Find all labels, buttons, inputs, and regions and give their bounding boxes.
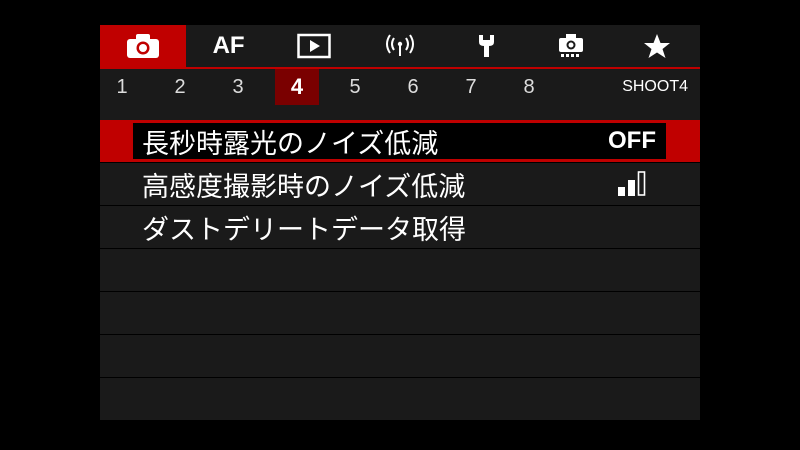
subtab-bar: 1 2 3 4 5 6 7 8 SHOOT4 <box>100 69 700 105</box>
subtab-1[interactable]: 1 <box>100 69 144 105</box>
playback-icon <box>297 33 332 59</box>
subtab-4[interactable]: 4 <box>275 69 319 105</box>
tab-custom[interactable] <box>529 25 615 67</box>
menu-item-label: 高感度撮影時のノイズ低減 <box>142 171 466 203</box>
tab-af-label: AF <box>212 32 245 59</box>
subtab-6[interactable]: 6 <box>391 69 435 105</box>
subtab-3[interactable]: 3 <box>216 69 260 105</box>
menu-item-dust-delete-data[interactable]: ダストデリートデータ取得 <box>100 206 700 249</box>
subtab-2[interactable]: 2 <box>158 69 202 105</box>
page-code: SHOOT4 <box>622 78 688 95</box>
tab-wireless[interactable] <box>357 25 443 67</box>
empty-row <box>100 378 700 420</box>
menu-item-label: 長秒時露光のノイズ低減 <box>142 128 439 160</box>
tab-my-menu[interactable] <box>614 25 700 67</box>
tab-setup[interactable] <box>443 25 529 67</box>
menu-list: 長秒時露光のノイズ低減 OFF 高感度撮影時のノイズ低減 ダストデリートデータ取… <box>100 120 700 420</box>
tab-af[interactable]: AF <box>186 25 272 67</box>
menu-item-long-exposure-nr[interactable]: 長秒時露光のノイズ低減 OFF <box>100 120 700 163</box>
noise-reduction-level-icon <box>616 171 648 197</box>
menu-item-high-iso-nr[interactable]: 高感度撮影時のノイズ低減 <box>100 163 700 206</box>
subtab-5[interactable]: 5 <box>333 69 377 105</box>
menu-screen: AF 1 2 3 4 5 6 7 8 SHOOT4 長秒時露光のノイズ低減 OF… <box>100 25 700 420</box>
menu-item-value: OFF <box>608 127 656 154</box>
subtab-8[interactable]: 8 <box>507 69 551 105</box>
subtab-7[interactable]: 7 <box>449 69 493 105</box>
tab-shooting[interactable] <box>100 25 186 67</box>
star-icon <box>642 33 672 59</box>
wrench-icon <box>469 33 503 59</box>
main-tab-bar: AF <box>100 25 700 67</box>
empty-row <box>100 335 700 378</box>
wireless-icon <box>383 33 417 59</box>
menu-item-label: ダストデリートデータ取得 <box>142 214 466 246</box>
camera-icon <box>126 33 160 59</box>
empty-row <box>100 292 700 335</box>
empty-row <box>100 249 700 292</box>
tab-playback[interactable] <box>271 25 357 67</box>
custom-camera-icon <box>554 33 588 59</box>
